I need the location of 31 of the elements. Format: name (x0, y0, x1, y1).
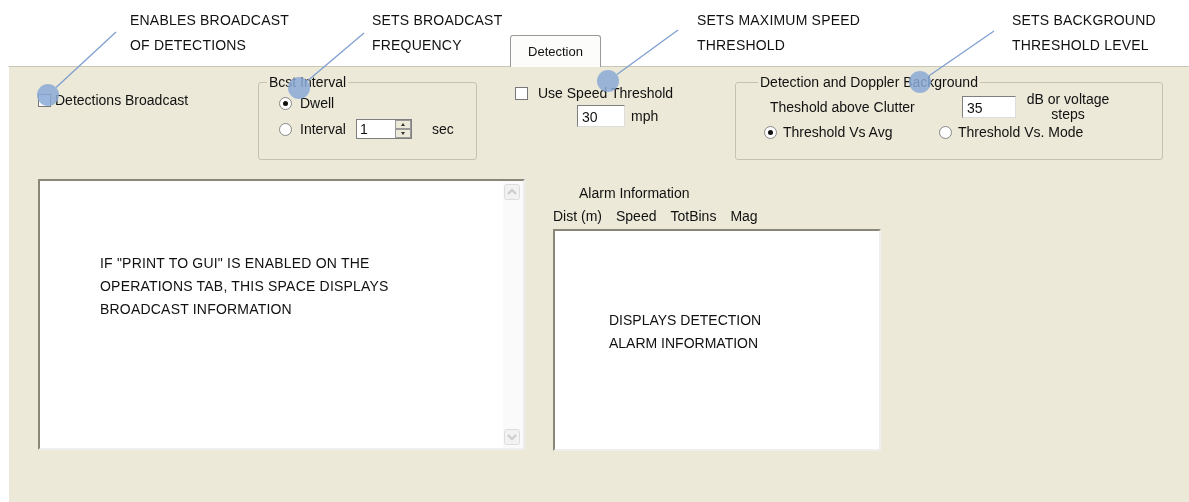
radio-label: Dwell (300, 95, 335, 111)
radio-label: Threshold Vs. Mode (958, 124, 1085, 140)
checkbox-label: Use Speed Threshold (538, 85, 674, 101)
tab[interactable]: Detection (510, 35, 601, 67)
radio-button[interactable] (279, 122, 292, 136)
radio-button[interactable] (279, 96, 292, 110)
field-label: Theshold above Clutter (770, 99, 916, 115)
radio-label: Threshold Vs Avg (783, 124, 894, 140)
radio-button[interactable] (939, 125, 952, 139)
unit-label: sec (431, 121, 454, 137)
checkbox[interactable] (515, 86, 528, 100)
section-title: Alarm Information (578, 185, 691, 201)
column-header: Speed (616, 208, 657, 224)
unit-label: dB or voltage steps (1025, 92, 1111, 122)
radio-button[interactable] (764, 125, 777, 139)
column-header: Mag (730, 208, 758, 224)
threshold-field[interactable]: 35 (962, 96, 1016, 118)
callout-text: SETS MAXIMUM SPEED THRESHOLD (697, 11, 862, 55)
column-header: Dist (m) (553, 208, 602, 224)
group-title: Bcst Interval (268, 74, 348, 90)
column-header: TotBins (670, 208, 717, 224)
radio-label: Interval (300, 121, 346, 137)
alarm-text: DISPLAYS DETECTION ALARM INFORMATION (608, 311, 763, 353)
callout-text: SETS BROADCAST FREQUENCY (372, 11, 504, 55)
callout-text: ENABLES BROADCAST OF DETECTIONS (130, 11, 290, 55)
output-text: IF "PRINT TO GUI" IS ENABLED ON THE OPERATIONS TAB, THIS SPACE DISPLAYS BROADCAST INFORMATION (99, 254, 390, 319)
callout-text: SETS BACKGROUND THRESHOLD LEVEL (1012, 11, 1157, 55)
checkbox-label: Detections Broadcast (55, 92, 189, 108)
unit-label: mph (631, 108, 659, 124)
spin-field[interactable]: 1 (355, 119, 412, 139)
speed-field[interactable]: 30 (577, 105, 625, 127)
